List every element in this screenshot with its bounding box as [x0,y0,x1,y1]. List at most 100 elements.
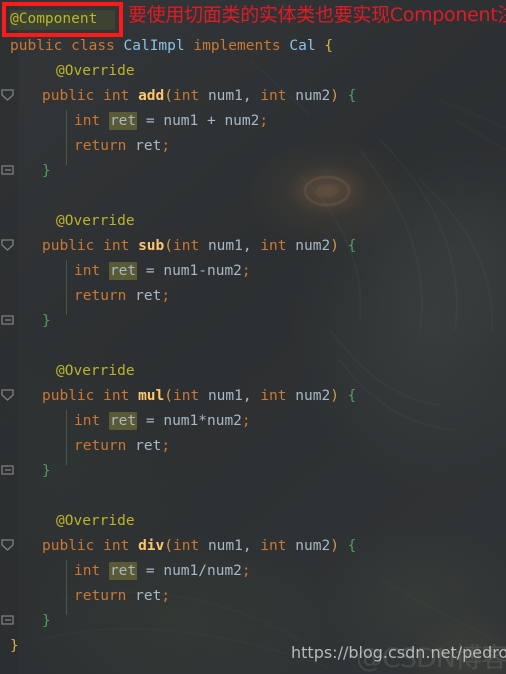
return-type: int [103,88,130,104]
param-comma: , [242,238,261,254]
code-line-close-mul: } [42,459,51,484]
watermark-url: https://blog.csdn.net/pedro7k [291,643,506,662]
method-name-add: add [138,88,165,104]
keyword-public: public [10,38,63,54]
keyword-return: return [74,138,127,154]
method-close-brace: } [42,463,51,479]
param-type-a: int [173,388,200,404]
keyword-return: return [74,438,127,454]
local-type: int [74,113,101,129]
code-line-decl-sub: int ret = num1-num2; [74,259,251,284]
param-name-b: num2 [295,88,331,104]
assign-op: = [137,563,164,579]
method-name-div: div [138,538,165,554]
keyword-public: public [42,388,95,404]
interface-name: Cal [289,38,316,54]
local-var-ret: ret [108,562,138,580]
expression-add: num1 + num2 [163,113,260,129]
param-type-a: int [173,538,200,554]
param-name-b: num2 [295,538,331,554]
paren-open: ( [164,238,173,254]
code-line-override-add: @Override [56,59,135,84]
method-name-sub: sub [138,238,165,254]
assign-op: = [137,263,164,279]
param-comma: , [242,388,261,404]
override-annotation: @Override [56,513,135,529]
code-line-return-div: return ret; [74,584,170,609]
return-value: ret [135,288,162,304]
paren-open: ( [164,388,173,404]
return-type: int [103,388,130,404]
return-value: ret [135,438,162,454]
code-line-close-div: } [42,609,51,634]
paren-close: ) [330,388,339,404]
paren-open: ( [164,538,173,554]
method-close-brace: } [42,613,51,629]
expression-div: num1/num2 [163,563,242,579]
semicolon: ; [161,138,171,154]
paren-close: ) [330,538,339,554]
param-type-b: int [260,88,287,104]
semicolon: ; [241,563,251,579]
paren-close: ) [330,88,339,104]
local-var-ret: ret [108,412,138,430]
method-open-brace: { [347,238,357,254]
keyword-public: public [42,88,95,104]
local-type: int [74,413,101,429]
param-comma: , [242,538,261,554]
code-line-signature-add: public int add(int num1, int num2) { [42,84,356,109]
class-close-brace: } [10,638,19,654]
keyword-class: class [71,38,115,54]
param-name-a: num1 [207,238,243,254]
method-open-brace: { [347,388,357,404]
paren-open: ( [164,88,173,104]
code-line-signature-sub: public int sub(int num1, int num2) { [42,234,356,259]
semicolon: ; [161,588,171,604]
assign-op: = [137,413,164,429]
code-content[interactable]: public class CalImpl implements Cal { @O… [0,0,506,674]
param-type-a: int [173,88,200,104]
code-line-decl-div: int ret = num1/num2; [74,559,251,584]
param-name-a: num1 [207,88,243,104]
return-type: int [103,238,130,254]
param-name-b: num2 [295,238,331,254]
local-type: int [74,263,101,279]
keyword-return: return [74,288,127,304]
local-type: int [74,563,101,579]
param-comma: , [242,88,261,104]
return-value: ret [135,138,162,154]
local-var-ret: ret [108,262,138,280]
semicolon: ; [241,263,251,279]
indent-guide [66,560,67,615]
method-open-brace: { [347,88,357,104]
code-line-close-add: } [42,159,51,184]
paren-close: ) [330,238,339,254]
code-editor[interactable]: public class CalImpl implements Cal { @O… [0,0,506,674]
param-type-a: int [173,238,200,254]
assign-op: = [137,113,164,129]
code-line-override-sub: @Override [56,209,135,234]
code-line-return-sub: return ret; [74,284,170,309]
local-var-ret: ret [108,112,138,130]
code-line-decl-add: int ret = num1 + num2; [74,109,268,134]
param-name-a: num1 [207,388,243,404]
class-name: CalImpl [123,38,185,54]
param-name-a: num1 [207,538,243,554]
method-close-brace: } [42,313,51,329]
annotation-note-text: 要使用切面类的实体类也要实现Component注解 [128,4,506,26]
indent-guide [66,410,67,465]
code-line-decl-mul: int ret = num1*num2; [74,409,251,434]
semicolon: ; [161,438,171,454]
override-annotation: @Override [56,363,135,379]
semicolon: ; [241,413,251,429]
code-line-override-mul: @Override [56,359,135,384]
expression-mul: num1*num2 [163,413,242,429]
param-name-b: num2 [295,388,331,404]
semicolon: ; [161,288,171,304]
param-type-b: int [260,538,287,554]
expression-sub: num1-num2 [163,263,242,279]
code-line-signature-div: public int div(int num1, int num2) { [42,534,356,559]
param-type-b: int [260,238,287,254]
param-type-b: int [260,388,287,404]
code-line-override-div: @Override [56,509,135,534]
